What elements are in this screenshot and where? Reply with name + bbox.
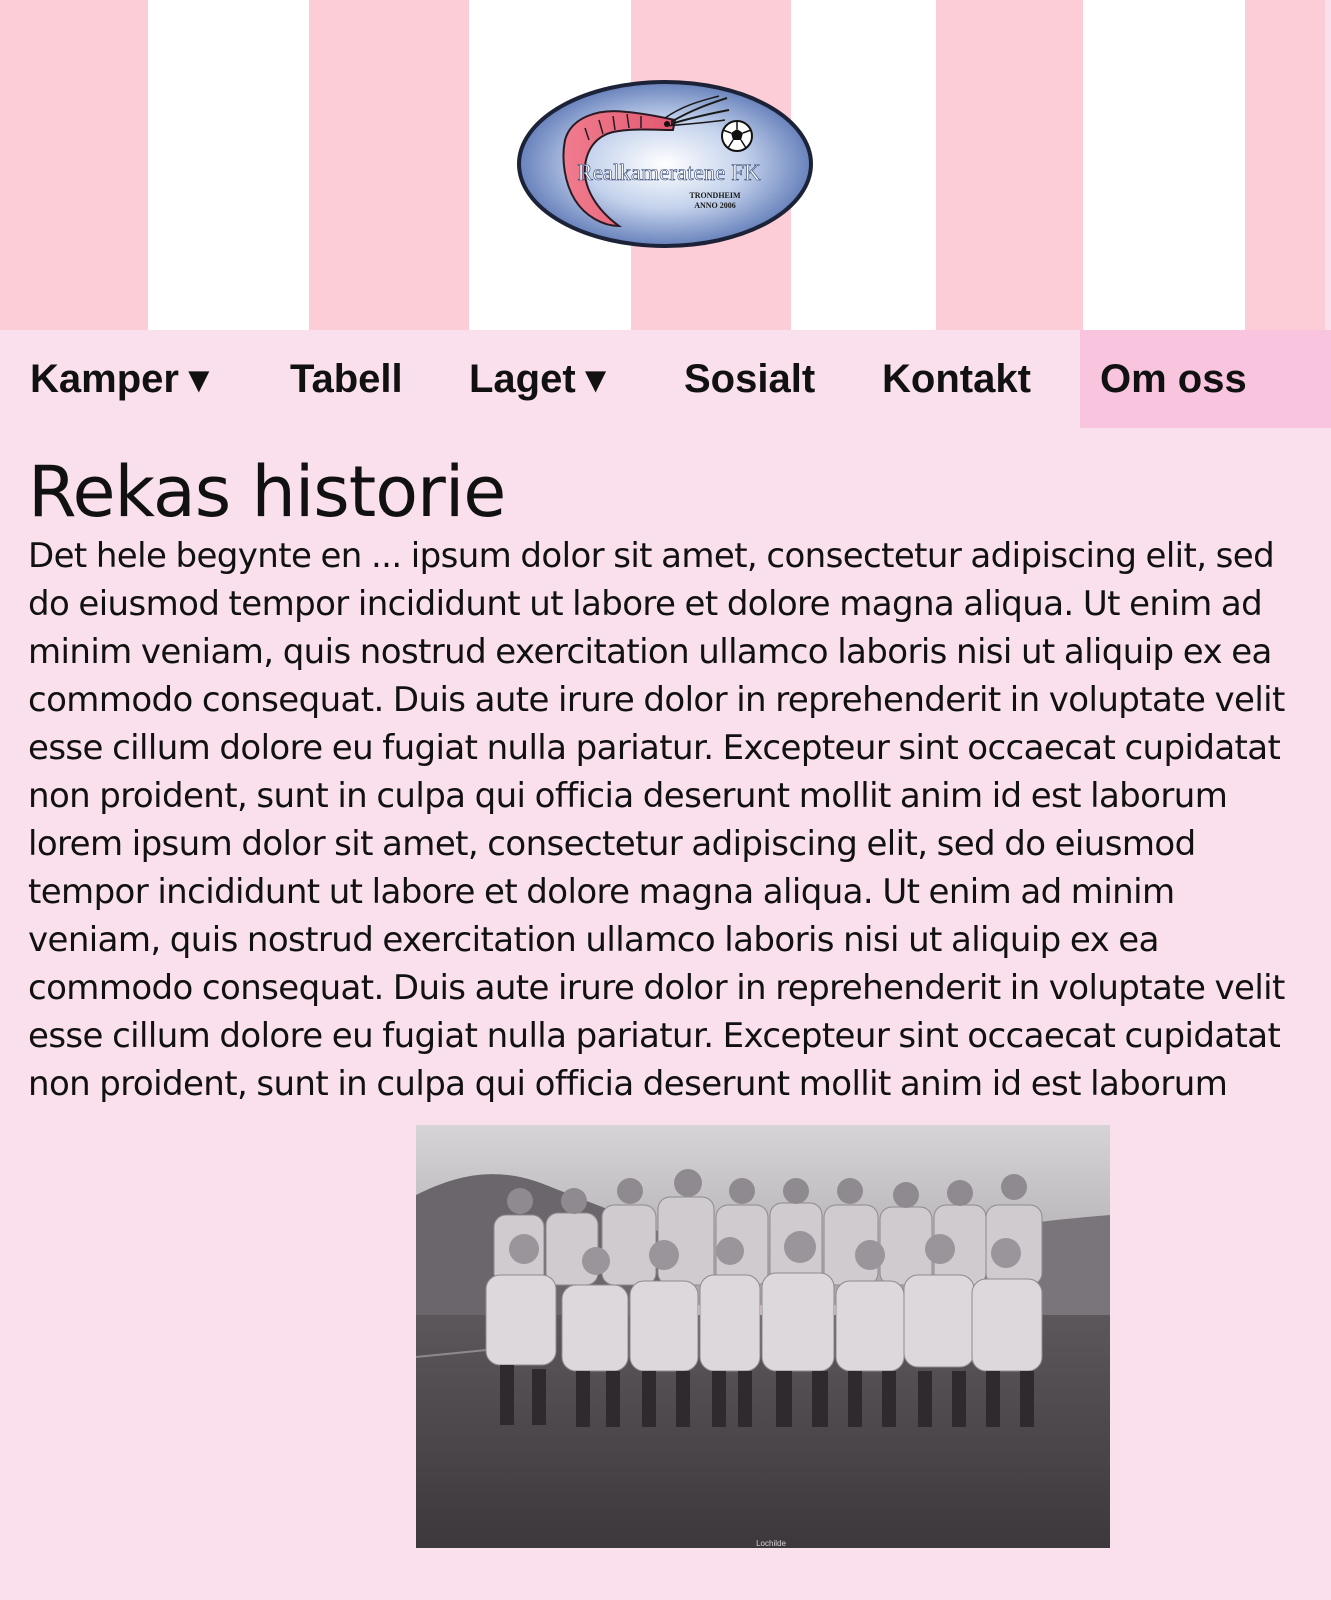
banner-edge <box>1325 0 1331 330</box>
page-title: Rekas historie <box>28 451 506 533</box>
nav-item-laget[interactable]: Laget▼ <box>469 330 613 428</box>
header-banner: Realkameratene FK TRONDHEIM ANNO 2006 <box>0 0 1331 330</box>
nav-item-kontakt[interactable]: Kontakt <box>882 330 1031 428</box>
nav-item-label: Kontakt <box>882 357 1031 401</box>
nav-item-label: Laget <box>469 357 576 401</box>
banner-stripe <box>309 0 469 330</box>
nav-item-kamper[interactable]: Kamper▼ <box>30 330 217 428</box>
nav-item-label: Sosialt <box>684 357 816 401</box>
nav-item-tabell[interactable]: Tabell <box>290 330 403 428</box>
logo-founded: ANNO 2006 <box>694 201 736 210</box>
dropdown-caret-icon: ▼ <box>577 359 614 400</box>
banner-stripe <box>1245 0 1331 330</box>
nav-item-sosialt[interactable]: Sosialt <box>684 330 815 428</box>
main-nav: Kamper▼ Tabell Laget▼ Sosialt Kontakt Om… <box>0 330 1331 428</box>
history-text: Det hele begynte en ... ipsum dolor sit … <box>28 536 1285 1104</box>
logo-city: TRONDHEIM <box>689 191 741 200</box>
team-photo: Lochilde <box>416 1125 1110 1548</box>
logo-club-name: Realkameratene FK <box>577 160 761 185</box>
club-logo[interactable]: Realkameratene FK TRONDHEIM ANNO 2006 <box>515 78 815 251</box>
nav-item-label: Om oss <box>1100 357 1247 401</box>
nav-item-label: Tabell <box>290 357 403 401</box>
photo-caption: Lochilde <box>756 1539 786 1548</box>
dropdown-caret-icon: ▼ <box>180 359 217 400</box>
nav-item-om-oss[interactable]: Om oss <box>1080 330 1331 428</box>
banner-stripe <box>936 0 1083 330</box>
banner-stripe <box>0 0 148 330</box>
nav-item-label: Kamper <box>30 357 179 401</box>
